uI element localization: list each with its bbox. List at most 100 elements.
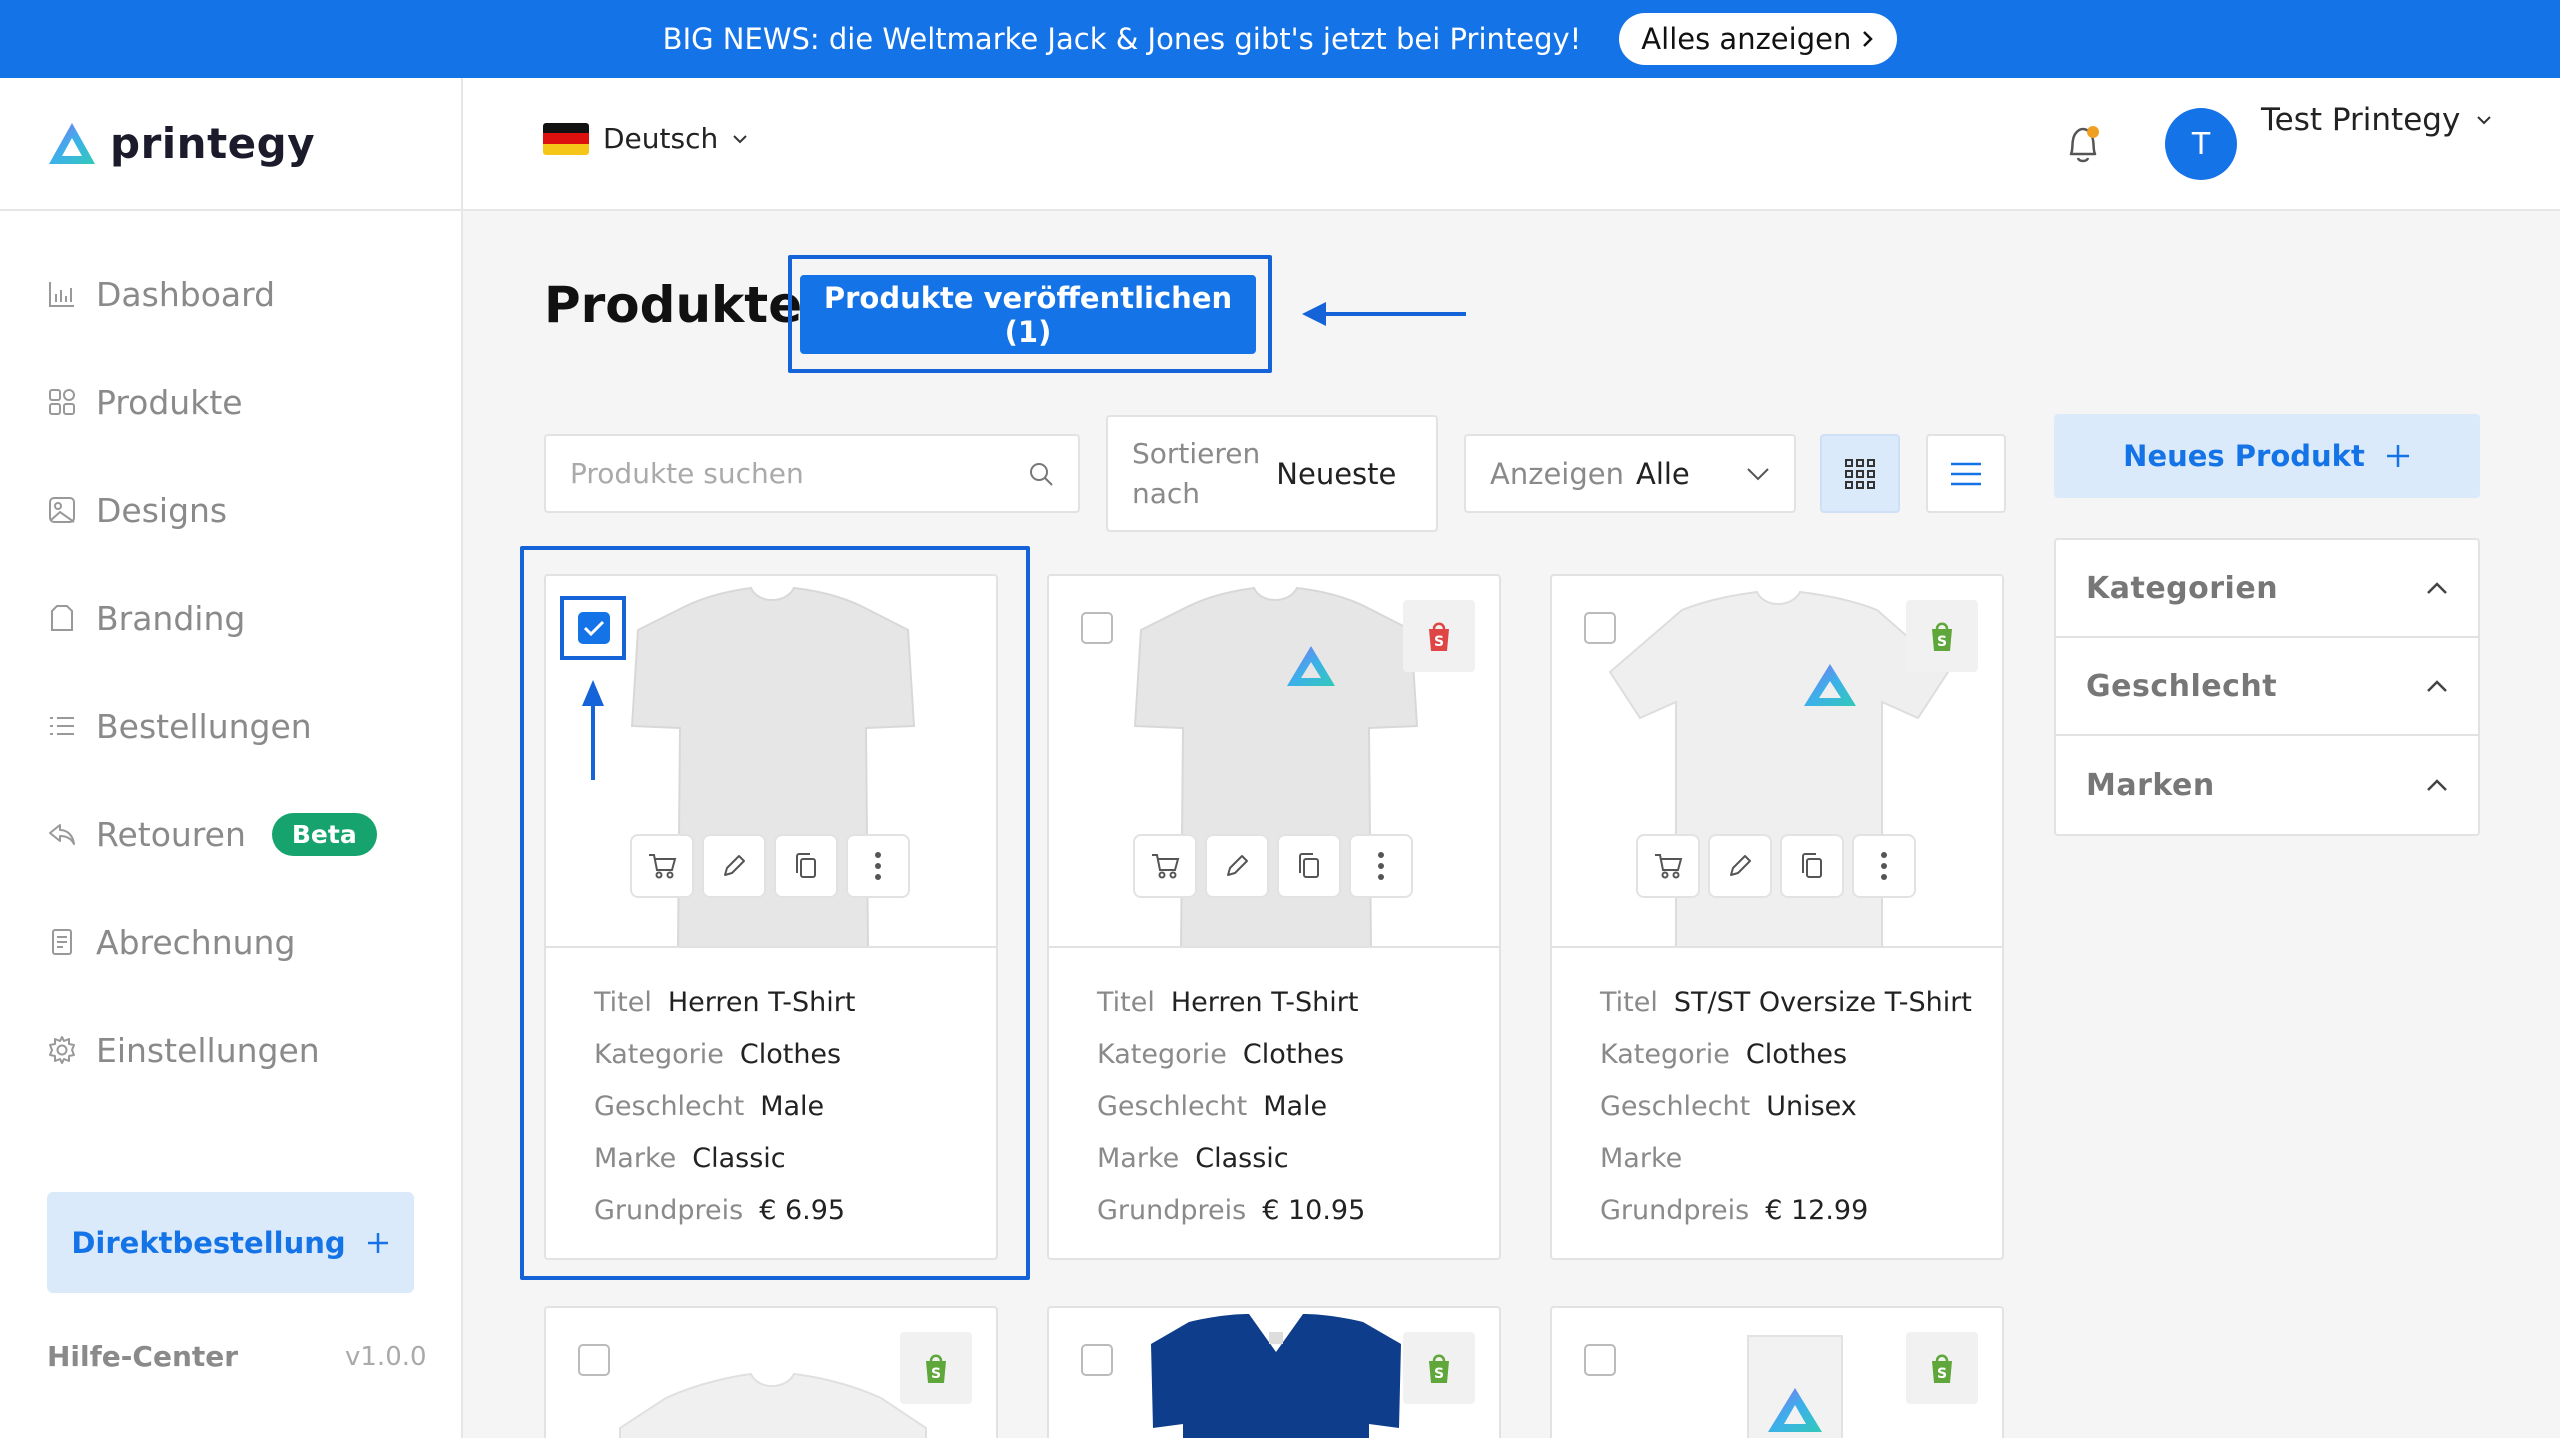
sidebar-item-produkte[interactable]: Produkte (46, 372, 243, 432)
info-key: Marke (1600, 1142, 1683, 1174)
shop-badge: S (1403, 600, 1475, 672)
sidebar-item-branding[interactable]: Branding (46, 588, 245, 648)
gear-icon (49, 1036, 75, 1064)
page-title: Produkte (544, 276, 803, 334)
user-menu[interactable]: Test Printegy (2261, 102, 2492, 138)
notification-bell-icon[interactable] (2055, 116, 2111, 172)
search-icon (1030, 462, 1053, 486)
product-checkbox[interactable] (578, 1344, 610, 1376)
shopify-bag-icon: S (1429, 1354, 1449, 1383)
sidebar-item-einstellungen[interactable]: Einstellungen (46, 1020, 320, 1080)
language-label: Deutsch (603, 122, 719, 155)
product-checkbox[interactable] (1081, 612, 1113, 644)
show-all-button[interactable]: Alles anzeigen (1619, 13, 1898, 65)
add-to-cart-button[interactable] (1636, 834, 1700, 898)
info-value: Clothes (1745, 1038, 1848, 1070)
info-key: Titel (1097, 986, 1155, 1018)
filter-label: Marken (2086, 767, 2215, 803)
info-key: Titel (1600, 986, 1658, 1018)
more-vertical-icon (1881, 852, 1887, 880)
edit-button[interactable] (1708, 834, 1772, 898)
new-product-label: Neues Produkt (2123, 439, 2365, 473)
product-info: Titel ST/ST Oversize T-Shirt Kategorie Clo… (1600, 976, 1972, 1236)
user-name: Test Printegy (2261, 102, 2461, 138)
brand-logo[interactable]: printegy (0, 78, 461, 211)
info-value: € 10.95 (1262, 1194, 1366, 1226)
sidebar-item-bestellungen[interactable]: Bestellungen (46, 696, 312, 756)
add-to-cart-button[interactable] (1133, 834, 1197, 898)
top-header: Deutsch T Test Printegy (463, 78, 2560, 211)
filter-gender[interactable]: Geschlecht (2056, 638, 2478, 736)
beta-badge: Beta (271, 812, 377, 856)
product-checkbox[interactable] (1081, 1344, 1113, 1376)
sidebar-item-dashboard[interactable]: Dashboard (46, 264, 275, 324)
search-input[interactable] (570, 457, 1028, 490)
printegy-logo-icon (49, 122, 95, 164)
list-icon (50, 717, 74, 735)
version-label: v1.0.0 (345, 1342, 427, 1372)
info-key: Geschlecht (1097, 1090, 1248, 1122)
edit-button[interactable] (1205, 834, 1269, 898)
product-card[interactable]: S Titel Herren T-Shirt Kategorie Clothes G… (1047, 574, 1501, 1260)
avatar[interactable]: T (2165, 108, 2237, 180)
announcement-banner: BIG NEWS: die Weltmarke Jack & Jones gib… (0, 0, 2560, 78)
plus-icon (2386, 445, 2409, 467)
info-value: Unisex (1766, 1090, 1857, 1122)
more-vertical-icon (1378, 852, 1384, 880)
info-value: Herren T-Shirt (1170, 986, 1359, 1018)
sidebar-item-label: Branding (96, 598, 246, 638)
banner-text: BIG NEWS: die Weltmarke Jack & Jones gib… (662, 22, 1582, 56)
help-center-link[interactable]: Hilfe-Center (47, 1340, 238, 1373)
show-all-label: Alles anzeigen (1641, 22, 1852, 56)
duplicate-button[interactable] (1277, 834, 1341, 898)
plus-icon (367, 1232, 388, 1253)
new-product-button[interactable]: Neues Produkt (2054, 414, 2480, 498)
receipt-icon (52, 929, 72, 955)
product-card[interactable]: S (1550, 1306, 2004, 1438)
publish-products-button[interactable]: Produkte veröffentlichen (1) (800, 275, 1256, 354)
pencil-icon (1730, 855, 1751, 876)
direct-order-button[interactable]: Direktbestellung (47, 1192, 414, 1293)
sidebar-item-designs[interactable]: Designs (46, 480, 227, 540)
product-card[interactable]: S (1047, 1306, 1501, 1438)
sidebar-item-abrechnung[interactable]: Abrechnung (46, 912, 295, 972)
filter-categories[interactable]: Kategorien (2056, 540, 2478, 638)
price-row: Grundpreis € 10.95 (1097, 1184, 1365, 1236)
shopify-bag-icon: S (1932, 622, 1952, 651)
filter-brands[interactable]: Marken (2056, 736, 2478, 834)
sidebar-item-label: Einstellungen (96, 1030, 320, 1070)
brand-row: Marke (1600, 1132, 1972, 1184)
sidebar-item-label: Abrechnung (96, 922, 296, 962)
info-key: Kategorie (1600, 1038, 1730, 1070)
grid-icon (49, 389, 75, 415)
list-view-toggle[interactable] (1926, 434, 2006, 513)
shopify-bag-icon: S (1932, 1354, 1952, 1383)
shop-badge: S (1906, 1332, 1978, 1404)
shop-badge: S (900, 1332, 972, 1404)
shop-bag-red-icon: S (1429, 622, 1449, 651)
more-options-button[interactable] (1349, 834, 1413, 898)
bar-chart-icon (49, 282, 74, 307)
search-field[interactable] (544, 434, 1080, 513)
filter-label: Geschlecht (2086, 668, 2278, 704)
sort-select[interactable]: Sortieren nach Neueste (1106, 415, 1438, 532)
product-card[interactable]: S Titel ST/ST Oversize T-Shirt Kategorie C… (1550, 574, 2004, 1260)
product-checkbox[interactable] (1584, 1344, 1616, 1376)
show-select[interactable]: Anzeigen Alle (1464, 434, 1796, 513)
product-checkbox[interactable] (1584, 612, 1616, 644)
duplicate-button[interactable] (1780, 834, 1844, 898)
checkbox-highlight-frame (560, 596, 626, 660)
sidebar-item-retouren[interactable]: Retouren Beta (46, 804, 377, 864)
chevron-up-icon (2427, 779, 2447, 791)
show-label: Anzeigen (1490, 456, 1624, 491)
language-selector[interactable]: Deutsch (543, 122, 748, 155)
info-key: Marke (1097, 1142, 1180, 1174)
copy-icon (1802, 853, 1822, 878)
sort-label: Sortieren nach (1132, 436, 1261, 510)
more-options-button[interactable] (1852, 834, 1916, 898)
svg-text:S: S (1434, 1366, 1444, 1382)
product-card[interactable]: S (544, 1306, 998, 1438)
grid-view-toggle[interactable] (1820, 434, 1900, 513)
brand-name: printegy (110, 119, 316, 168)
filter-panel: Kategorien Geschlecht Marken (2054, 538, 2480, 836)
